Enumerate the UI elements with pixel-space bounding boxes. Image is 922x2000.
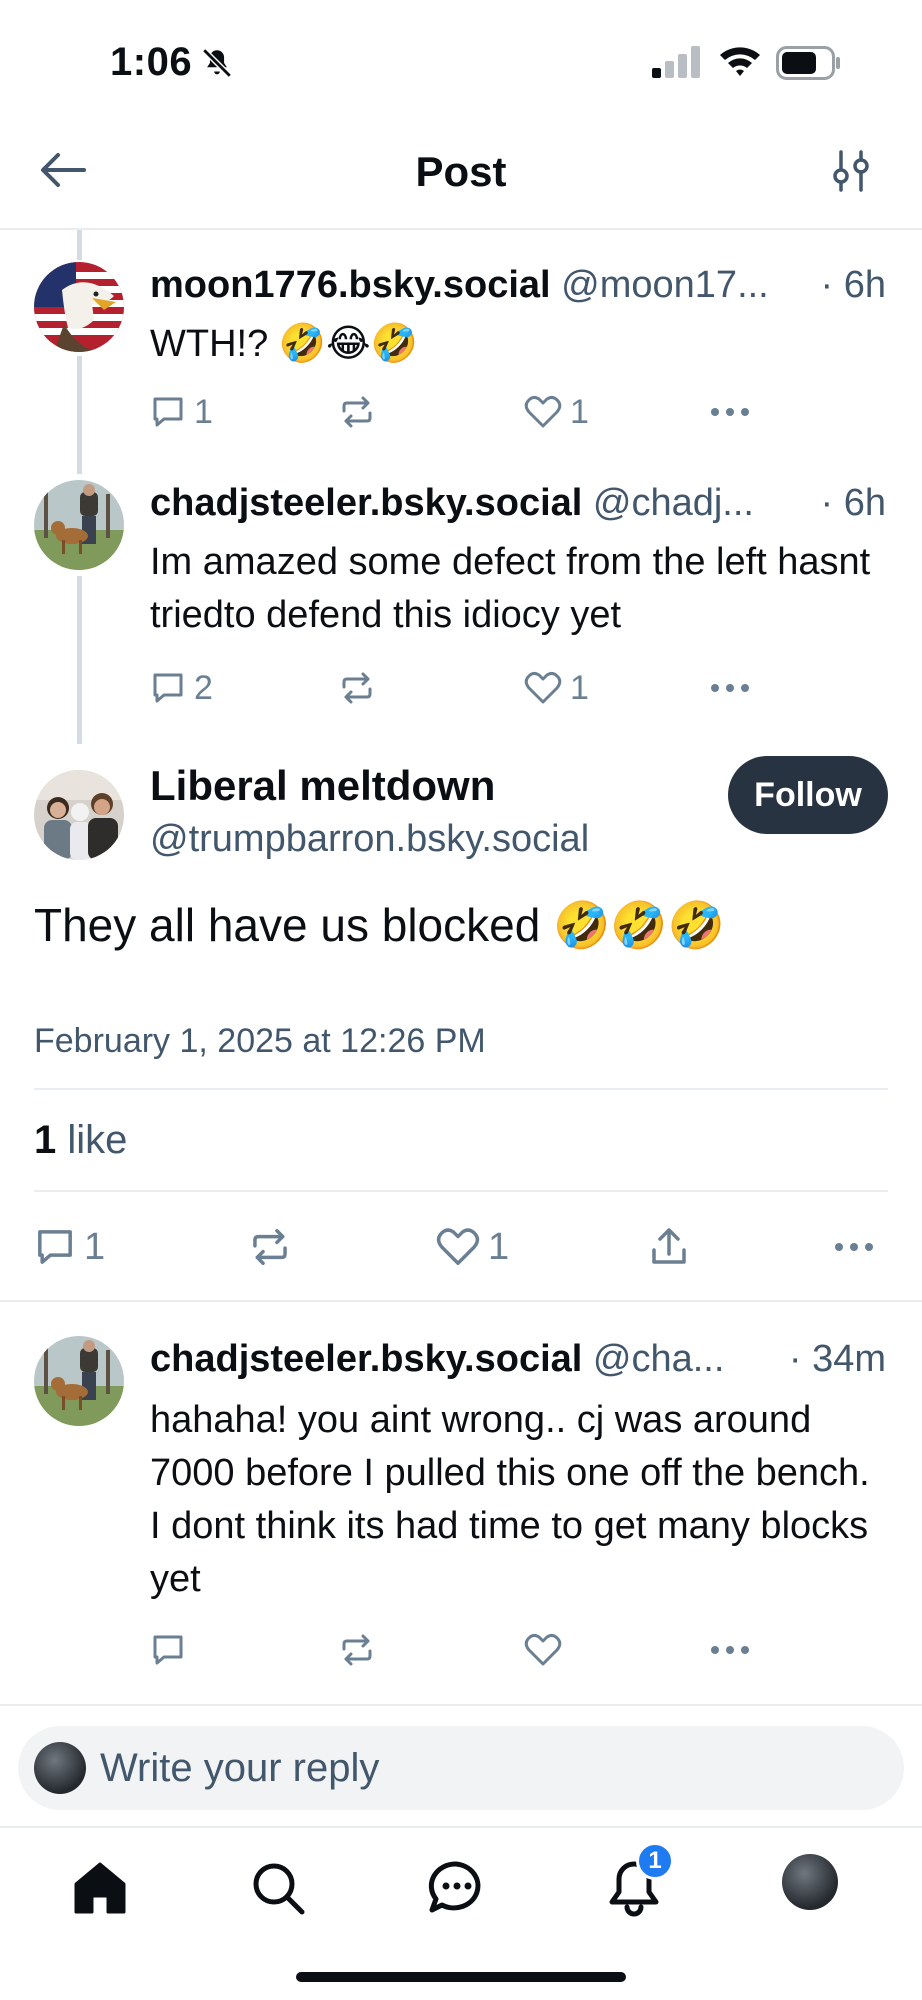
post-text: Im amazed some defect from the left hasn… [150, 541, 871, 636]
more-options-button[interactable] [710, 666, 750, 710]
likes-summary[interactable]: 1 like [34, 1118, 127, 1163]
repost-icon [342, 1634, 372, 1666]
more-options-button[interactable] [834, 1222, 874, 1272]
reply-button[interactable]: 1 [150, 390, 213, 434]
reply-button[interactable] [150, 1628, 186, 1672]
thread-post[interactable]: moon1776.bsky.social @moon17... · 6h WTH… [0, 230, 922, 450]
more-icon [835, 1243, 873, 1251]
reply-icon [153, 673, 183, 703]
reply-icon [153, 1635, 183, 1665]
reply-count: 1 [84, 1225, 106, 1268]
author-handle[interactable]: @moon17... [561, 264, 769, 306]
reply-count: 2 [194, 668, 213, 707]
wifi-icon [720, 47, 760, 76]
more-icon [711, 408, 749, 416]
post-actions: 1 1 [150, 390, 886, 434]
avatar [34, 1742, 86, 1794]
like-button[interactable]: 1 [524, 666, 589, 710]
more-options-button[interactable] [710, 390, 750, 434]
author-handle[interactable]: @chadj... [593, 482, 754, 524]
reply-input-placeholder[interactable]: Write your reply [100, 1746, 379, 1791]
battery-icon [776, 46, 840, 80]
follow-button[interactable]: Follow [728, 756, 888, 834]
post-time: · 34m [782, 1338, 886, 1381]
like-count: 1 [570, 668, 589, 707]
repost-button[interactable] [338, 1628, 376, 1672]
heart-icon [524, 671, 562, 704]
main-post-actions: 1 1 [34, 1222, 888, 1272]
reply-button[interactable]: 2 [150, 666, 213, 710]
profile-avatar-tab[interactable] [782, 1854, 838, 1910]
repost-button[interactable] [248, 1222, 292, 1272]
like-label: like [67, 1118, 128, 1162]
avatar[interactable] [34, 1336, 124, 1426]
share-icon [652, 1228, 686, 1264]
post-author-line: chadjsteeler.bsky.social @cha... · 34m [150, 1338, 886, 1381]
bell-off-icon [202, 48, 232, 78]
like-count: 1 [488, 1225, 510, 1268]
post-author-line: moon1776.bsky.social @moon17... · 6h [150, 264, 886, 307]
like-total: 1 [34, 1118, 57, 1162]
main-post-author-handle[interactable]: @trumpbarron.bsky.social [150, 818, 589, 861]
post-text: hahaha! you aint wrong.. cj was around 7… [150, 1399, 870, 1600]
cellular-signal-icon [652, 46, 700, 78]
notification-badge: 1 [636, 1842, 674, 1880]
repost-icon [253, 1229, 287, 1265]
more-icon [711, 1646, 749, 1654]
divider [34, 1190, 888, 1192]
home-indicator [296, 1972, 626, 1982]
author-name[interactable]: chadjsteeler.bsky.social [150, 482, 582, 524]
like-button[interactable]: 1 [524, 390, 589, 434]
post-author-line: chadjsteeler.bsky.social @chadj... · 6h [150, 482, 886, 525]
author-name[interactable]: chadjsteeler.bsky.social [150, 1338, 582, 1380]
main-post-author-name[interactable]: Liberal meltdown [150, 762, 495, 810]
page-title: Post [415, 148, 507, 195]
heart-icon [524, 395, 562, 428]
author-name[interactable]: moon1776.bsky.social [150, 264, 551, 306]
status-time: 1:06 [110, 40, 193, 84]
status-bar: 1:06 [0, 0, 922, 110]
post-actions [150, 1628, 886, 1672]
reply-icon [153, 397, 183, 427]
chat-icon[interactable] [426, 1858, 486, 1918]
reply-icon [38, 1230, 72, 1264]
divider [34, 1088, 888, 1090]
share-button[interactable] [648, 1222, 690, 1272]
more-options-button[interactable] [710, 1628, 750, 1672]
post-time: · 6h [814, 264, 886, 307]
post-text: WTH!? 🤣😂🤣 [150, 323, 418, 365]
avatar[interactable] [34, 262, 124, 352]
reply-button[interactable]: 1 [34, 1222, 105, 1272]
post-time: · 6h [814, 482, 886, 525]
post-actions: 2 1 [150, 666, 886, 710]
reply-post[interactable]: chadjsteeler.bsky.social @cha... · 34m h… [0, 1302, 922, 1702]
reply-composer[interactable]: Write your reply [18, 1726, 904, 1810]
reply-count: 1 [194, 392, 213, 431]
like-button[interactable]: 1 [436, 1222, 509, 1272]
home-icon[interactable] [70, 1858, 130, 1918]
heart-icon [436, 1228, 480, 1265]
thread-post[interactable]: chadjsteeler.bsky.social @chadj... · 6h … [0, 450, 922, 740]
avatar[interactable] [34, 480, 124, 570]
heart-icon [524, 1633, 562, 1666]
post-header: Post [0, 110, 922, 230]
like-button[interactable] [524, 1628, 562, 1672]
main-post-date: February 1, 2025 at 12:26 PM [34, 1022, 486, 1060]
repost-button[interactable] [338, 390, 384, 434]
thread-settings-icon[interactable] [828, 148, 874, 194]
more-icon [711, 684, 749, 692]
main-post-avatar[interactable] [34, 770, 124, 860]
divider [0, 1704, 922, 1706]
repost-icon [342, 396, 372, 428]
author-handle[interactable]: @cha... [593, 1338, 725, 1380]
like-count: 1 [570, 392, 589, 431]
main-post-text: They all have us blocked 🤣🤣🤣 [34, 899, 725, 951]
repost-button[interactable] [338, 666, 384, 710]
search-icon[interactable] [248, 1858, 308, 1918]
repost-icon [342, 672, 372, 704]
